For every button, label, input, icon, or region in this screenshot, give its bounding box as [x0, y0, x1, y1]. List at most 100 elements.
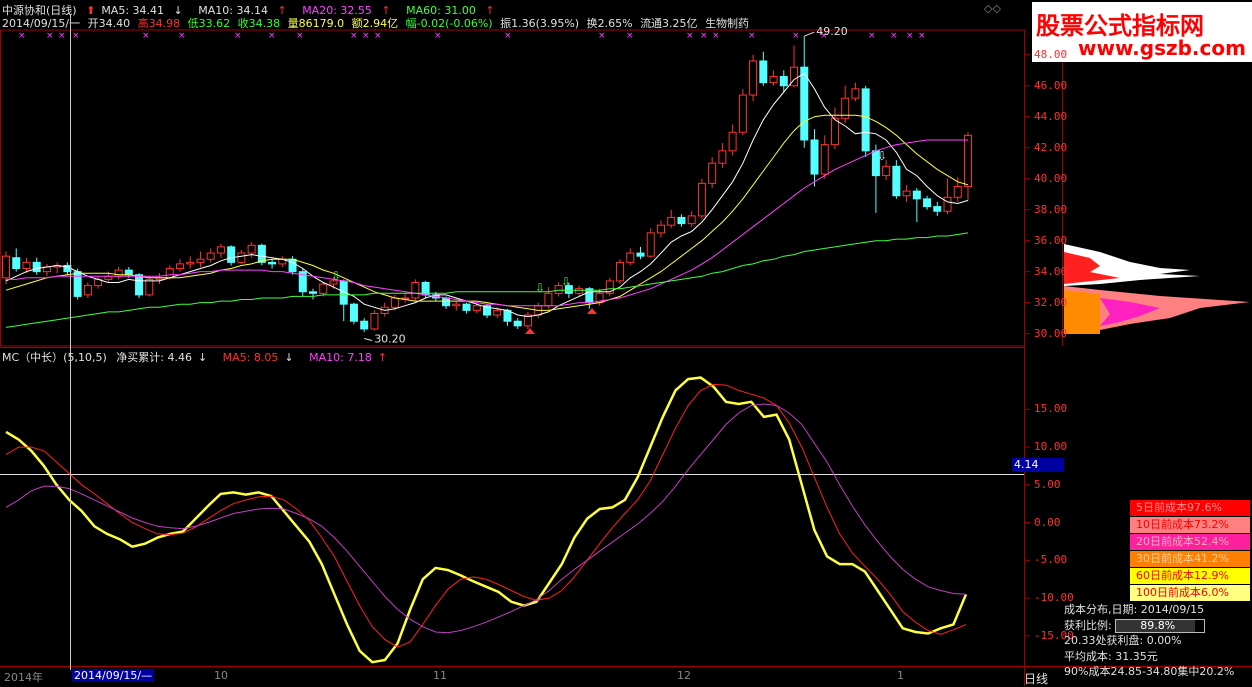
- candle-body: [923, 198, 932, 208]
- candle-body: [769, 75, 778, 84]
- candle-body: [186, 261, 195, 265]
- signal-up-marker: [587, 308, 597, 314]
- signal-down-arrow-icon: ⇩: [561, 275, 571, 289]
- candle-body: [964, 134, 972, 187]
- price-tick-label: 38.00: [1034, 202, 1068, 216]
- candle-body: [513, 320, 522, 327]
- price-tick-label: 44.00: [1034, 109, 1068, 123]
- signal-x-mark: ×: [906, 31, 914, 41]
- signal-x-mark: ×: [712, 31, 720, 41]
- cost-legend-item: 100日前成本6.0%: [1130, 585, 1250, 602]
- high-price-label: 49.20: [816, 25, 848, 38]
- signal-x-mark: ×: [58, 31, 66, 41]
- signal-x-mark: ×: [868, 31, 876, 41]
- candle-body: [452, 303, 461, 307]
- mc-indicator-lines: [0, 376, 1024, 664]
- candle-body: [411, 281, 420, 299]
- cost-legend-item: 30日前成本41.2%: [1130, 551, 1250, 568]
- time-axis-bar: 2014年 2014/09/15/— 10 11 12 1: [0, 668, 1252, 686]
- candle-body: [933, 206, 942, 212]
- candle-body: [135, 274, 144, 296]
- candle-body: [319, 283, 328, 294]
- candle-body: [800, 66, 809, 141]
- signal-x-mark: ×: [234, 31, 242, 41]
- candle-body: [943, 196, 952, 212]
- mc-ma10: MA10: 7.18 ↑: [309, 351, 388, 364]
- candle-body: [114, 269, 123, 277]
- candle-body: [175, 263, 184, 270]
- candle-body: [247, 244, 256, 254]
- candle-body: [124, 269, 133, 276]
- mc-indicator-header: MC（中长）(5,10,5) 净买累计: 4.46 ↓ MA5: 8.05 ↓ MA…: [2, 349, 399, 365]
- mc-line: [5, 383, 967, 648]
- profit-ratio-value: 89.8%: [1140, 618, 1176, 632]
- price-tick-label: 34.00: [1034, 264, 1068, 278]
- mc-name[interactable]: MC（中长）(5,10,5): [2, 351, 107, 364]
- candle-body: [646, 232, 655, 257]
- candle-body: [370, 312, 379, 330]
- time-axis-month-10: 10: [214, 669, 228, 682]
- candle-body: [779, 75, 788, 87]
- period-daily-button[interactable]: 日线: [1024, 670, 1048, 687]
- signal-x-mark: ×: [700, 31, 708, 41]
- price-tick-label: 36.00: [1034, 233, 1068, 247]
- candle-body: [708, 162, 717, 184]
- cost-profile-orange: [1064, 290, 1100, 334]
- signal-x-mark: ×: [598, 31, 606, 41]
- price-tick-label: 48.00: [1034, 47, 1068, 61]
- time-axis-current-date: 2014/09/15/—: [72, 669, 155, 682]
- candle-body: [697, 182, 706, 217]
- candle-body: [861, 88, 870, 152]
- candle-body: [32, 261, 41, 273]
- candle-body: [953, 185, 962, 198]
- candle-body: [2, 255, 10, 279]
- candle-body: [442, 297, 451, 307]
- candle-body: [206, 252, 215, 260]
- price-tick-label: 42.00: [1034, 140, 1068, 154]
- candle-body: [165, 268, 174, 279]
- candle-body: [728, 131, 737, 152]
- signal-x-mark: ×: [374, 31, 382, 41]
- signal-x-mark: ×: [296, 31, 304, 41]
- candle-body: [636, 252, 645, 257]
- candle-body: [749, 60, 758, 96]
- candle-body: [309, 291, 318, 294]
- mc-tick-label: 0.00: [1034, 515, 1061, 529]
- signal-x-mark: ×: [268, 31, 276, 41]
- signal-x-mark: ×: [890, 31, 898, 41]
- cost-legend-item: 20日前成本52.4%: [1130, 534, 1250, 551]
- candle-body: [268, 261, 277, 265]
- candle-body: [585, 288, 594, 304]
- up-arrow-icon: ↑: [377, 351, 388, 364]
- signal-up-marker: [525, 328, 535, 334]
- candle-body: [738, 94, 747, 133]
- signal-x-mark: ×: [748, 31, 756, 41]
- profit-ratio-bar: 89.8%: [1115, 618, 1206, 633]
- down-arrow-icon: ↓: [284, 351, 294, 364]
- candle-body: [820, 144, 829, 175]
- candle-body: [667, 216, 676, 226]
- cost-date-line: 成本分布,日期: 2014/09/15: [1064, 603, 1205, 616]
- candle-body: [830, 117, 839, 146]
- mc-current-value: 4.14: [1012, 458, 1064, 472]
- candle-body: [22, 261, 31, 270]
- candle-body: [544, 292, 553, 307]
- signal-down-arrow-icon: ⇩: [877, 149, 887, 163]
- candle-body: [687, 215, 696, 225]
- signal-x-mark: ×: [142, 31, 150, 41]
- candle-body: [656, 224, 665, 234]
- cost-legend-item: 5日前成本97.6%: [1130, 500, 1250, 517]
- signal-x-mark: ×: [504, 31, 512, 41]
- candle-body: [493, 309, 502, 316]
- candlesticks: [2, 36, 972, 333]
- candle-body: [759, 60, 768, 84]
- profit-ratio-row: 获利比例: 89.8%: [1064, 618, 1252, 634]
- time-axis-month-11: 11: [433, 669, 447, 682]
- mc-line: [5, 403, 967, 634]
- time-axis-month-1: 1: [897, 669, 904, 682]
- stock-chart[interactable]: × × × × × × × × × × × × × × × × × × × × × × × × × ×⇩⇩ ⇩⇩49.2030.20: [0, 0, 1252, 686]
- time-axis-month-12: 12: [677, 669, 691, 682]
- price-tick-label: 46.00: [1034, 78, 1068, 92]
- mc-net-buy: 净买累计: 4.46 ↓: [116, 351, 208, 364]
- signal-x-mark: ×: [350, 31, 358, 41]
